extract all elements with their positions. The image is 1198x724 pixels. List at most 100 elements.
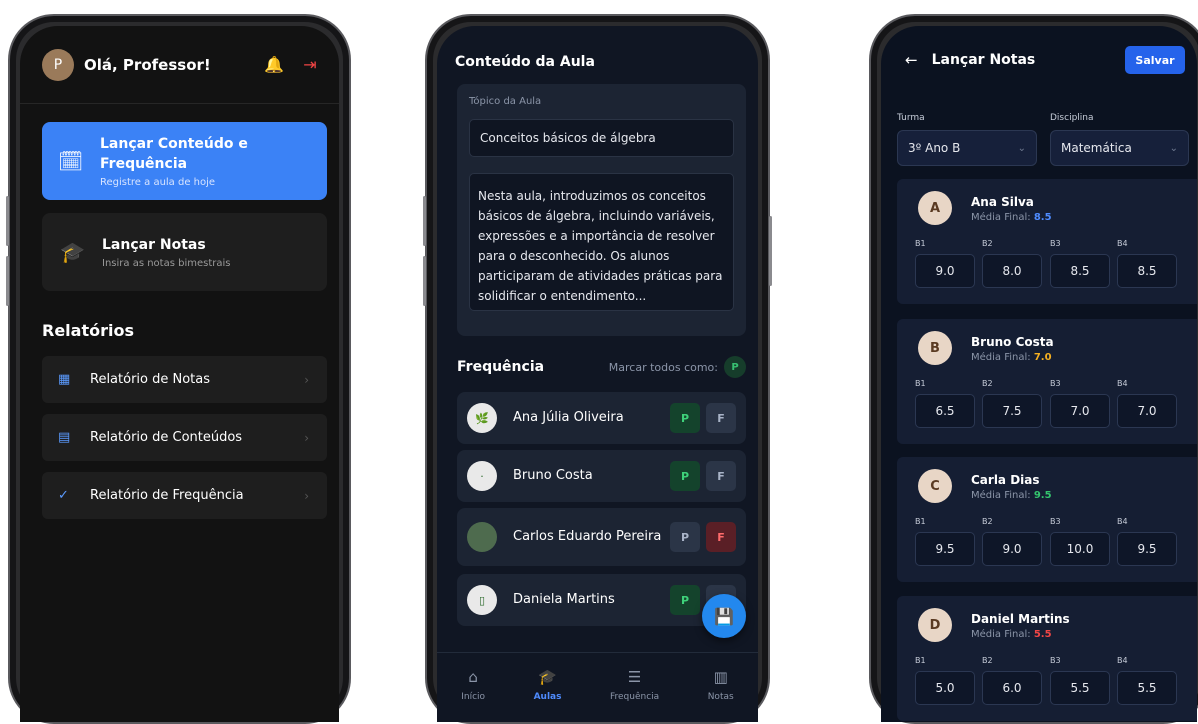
description-textarea[interactable]: Nesta aula, introduzimos os conceitos bá… xyxy=(469,173,734,311)
grade-input[interactable]: 5.5 xyxy=(1050,671,1110,705)
phone-home: P Olá, Professor! 🔔 ⇥ 🗓 Lançar Conteúdo … xyxy=(6,14,351,724)
report-conteudos[interactable]: ▤ Relatório de Conteúdos › xyxy=(42,414,327,461)
grade-input[interactable]: 7.0 xyxy=(1050,394,1110,428)
tab-bar: ⌂ Início 🎓 Aulas ☰ Frequência ▥ Notas xyxy=(437,652,758,722)
chevron-right-icon: › xyxy=(304,488,309,503)
report-label: Relatório de Frequência xyxy=(90,488,244,503)
grade-input[interactable]: 9.5 xyxy=(1117,532,1177,566)
grade-input[interactable]: 10.0 xyxy=(1050,532,1110,566)
grade-input[interactable]: 8.0 xyxy=(982,254,1042,288)
tab-inicio[interactable]: ⌂ Início xyxy=(461,668,485,702)
bimestre-label: B2 xyxy=(982,517,993,526)
logout-icon[interactable]: ⇥ xyxy=(299,54,321,76)
page-title: Conteúdo da Aula xyxy=(455,54,595,70)
media-final: Média Final: 9.5 xyxy=(971,490,1052,501)
bar-chart-icon: ▥ xyxy=(713,667,728,686)
grade-input[interactable]: 9.5 xyxy=(915,532,975,566)
turma-label: Turma xyxy=(897,113,925,123)
student-avatar: B xyxy=(918,331,952,365)
side-button xyxy=(6,256,9,306)
student-name: Ana Silva xyxy=(971,195,1034,209)
checklist-icon: ☰ xyxy=(627,667,642,686)
back-arrow-icon[interactable]: ← xyxy=(905,51,918,69)
student-name: Bruno Costa xyxy=(971,335,1054,349)
content-panel: Tópico da Aula Conceitos básicos de álge… xyxy=(457,84,746,336)
graduation-cap-icon: 🎓 xyxy=(538,667,557,686)
home-screen: P Olá, Professor! 🔔 ⇥ 🗓 Lançar Conteúdo … xyxy=(20,26,339,722)
report-label: Relatório de Notas xyxy=(90,372,211,387)
chevron-down-icon: ⌄ xyxy=(1169,142,1178,154)
disciplina-label: Disciplina xyxy=(1050,113,1094,123)
grade-input[interactable]: 5.0 xyxy=(915,671,975,705)
grade-input[interactable]: 8.5 xyxy=(1050,254,1110,288)
reports-title: Relatórios xyxy=(42,321,134,340)
bimestre-label: B2 xyxy=(982,239,993,248)
student-name: Daniel Martins xyxy=(971,612,1070,626)
media-label: Média Final: xyxy=(971,352,1031,363)
bimestre-label: B3 xyxy=(1050,656,1061,665)
present-button[interactable]: P xyxy=(670,522,700,552)
bimestre-label: B1 xyxy=(915,239,926,248)
chevron-right-icon: › xyxy=(304,372,309,387)
grade-input[interactable]: 7.5 xyxy=(982,394,1042,428)
present-button[interactable]: P xyxy=(670,461,700,491)
absent-button[interactable]: F xyxy=(706,522,736,552)
phone-aula: Conteúdo da Aula Tópico da Aula Conceito… xyxy=(423,14,772,724)
student-name: Carlos Eduardo Pereira xyxy=(513,529,662,544)
tab-notas[interactable]: ▥ Notas xyxy=(708,668,734,702)
greeting: Olá, Professor! xyxy=(84,55,211,74)
grade-input[interactable]: 6.5 xyxy=(915,394,975,428)
media-label: Média Final: xyxy=(971,629,1031,640)
notas-screen: ← Lançar Notas Salvar Turma Disciplina 3… xyxy=(881,26,1197,722)
bell-icon[interactable]: 🔔 xyxy=(263,54,285,76)
save-button[interactable]: Salvar xyxy=(1125,46,1185,74)
grade-input[interactable]: 6.0 xyxy=(982,671,1042,705)
frequencia-title: Frequência xyxy=(457,359,545,375)
student-grade-card: C Carla Dias Média Final: 9.5 B1 9.5 B2 9.0 B3 1… xyxy=(897,457,1197,582)
media-value: 9.5 xyxy=(1033,490,1052,501)
card-lancar-conteudo[interactable]: 🗓 Lançar Conteúdo e Frequência Registre … xyxy=(42,122,327,200)
report-frequencia[interactable]: ✓ Relatório de Frequência › xyxy=(42,472,327,519)
check-circle-icon: ✓ xyxy=(58,488,69,503)
graduation-cap-icon: 🎓 xyxy=(60,240,85,264)
student-row: Carlos Eduardo Pereira P F xyxy=(457,508,746,566)
avatar[interactable]: P xyxy=(42,48,74,81)
student-avatar: · xyxy=(467,461,497,491)
present-button[interactable]: P xyxy=(670,403,700,433)
grade-input[interactable]: 9.0 xyxy=(915,254,975,288)
student-avatar: D xyxy=(918,608,952,642)
grade-input[interactable]: 8.5 xyxy=(1117,254,1177,288)
disciplina-value: Matemática xyxy=(1061,141,1132,155)
home-icon: ⌂ xyxy=(468,667,478,686)
disciplina-select[interactable]: Matemática ⌄ xyxy=(1050,130,1189,166)
chevron-down-icon: ⌄ xyxy=(1017,142,1026,154)
media-label: Média Final: xyxy=(971,490,1031,501)
save-fab-button[interactable]: 💾 xyxy=(702,594,746,638)
bimestre-label: B3 xyxy=(1050,517,1061,526)
grade-input[interactable]: 7.0 xyxy=(1117,394,1177,428)
topic-input[interactable]: Conceitos básicos de álgebra xyxy=(469,119,734,157)
card-lancar-notas[interactable]: 🎓 Lançar Notas Insira as notas bimestrai… xyxy=(42,213,327,291)
report-notas[interactable]: ▦ Relatório de Notas › xyxy=(42,356,327,403)
turma-select[interactable]: 3º Ano B ⌄ xyxy=(897,130,1037,166)
bimestre-label: B4 xyxy=(1117,656,1128,665)
grade-input[interactable]: 5.5 xyxy=(1117,671,1177,705)
home-header: P Olá, Professor! 🔔 ⇥ xyxy=(20,26,339,104)
media-value: 8.5 xyxy=(1033,212,1052,223)
absent-button[interactable]: F xyxy=(706,403,736,433)
tab-frequencia[interactable]: ☰ Frequência xyxy=(610,668,659,702)
tab-label: Frequência xyxy=(610,691,660,702)
notas-header: ← Lançar Notas Salvar xyxy=(881,26,1197,94)
mark-all-label: Marcar todos como: xyxy=(608,360,718,374)
bimestre-label: B1 xyxy=(915,656,926,665)
student-name: Ana Júlia Oliveira xyxy=(513,410,624,425)
aula-screen: Conteúdo da Aula Tópico da Aula Conceito… xyxy=(437,26,758,722)
absent-button[interactable]: F xyxy=(706,461,736,491)
tab-aulas[interactable]: 🎓 Aulas xyxy=(534,668,562,702)
present-button[interactable]: P xyxy=(670,585,700,615)
side-button xyxy=(423,196,426,246)
grade-input[interactable]: 9.0 xyxy=(982,532,1042,566)
bimestre-label: B1 xyxy=(915,379,926,388)
mark-all-present-button[interactable]: P xyxy=(724,356,746,378)
tab-label: Aulas xyxy=(533,691,562,702)
